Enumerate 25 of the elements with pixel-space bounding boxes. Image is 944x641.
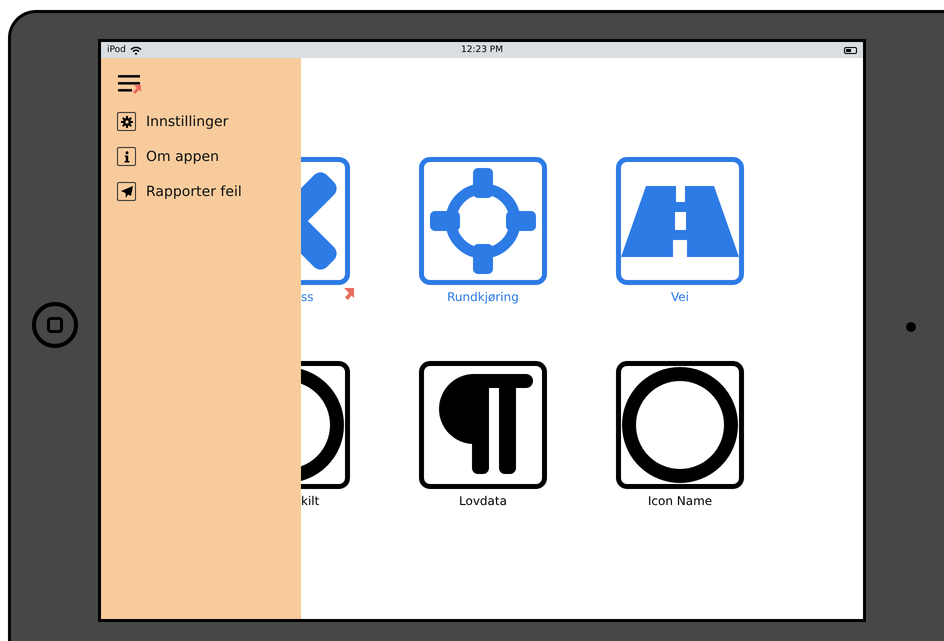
menu-item[interactable]: Rapporter feil (101, 174, 301, 209)
tile-label: Rundkjøring (447, 290, 519, 304)
tile-label: kilt (301, 494, 320, 508)
clock-time: 12:23 PM (461, 45, 503, 55)
camera-dot (906, 322, 916, 332)
settings-icon (117, 112, 136, 131)
sign-tile[interactable] (419, 157, 547, 285)
battery-icon (844, 46, 857, 54)
tile-label: ss (301, 290, 314, 304)
circle-icon (621, 366, 739, 484)
paper-plane-icon (117, 182, 136, 201)
sign-tile[interactable] (301, 157, 350, 285)
info-icon (117, 147, 136, 166)
sign-tile[interactable] (616, 157, 744, 285)
sign-tile[interactable] (616, 361, 744, 489)
menu-item[interactable]: Innstillinger (101, 104, 301, 139)
wifi-icon (130, 46, 142, 54)
tile-label: Vei (671, 290, 689, 304)
tile-label: Lovdata (459, 494, 507, 508)
tile-label: Icon Name (648, 494, 712, 508)
menu-icon[interactable] (118, 74, 142, 94)
menu-item[interactable]: Om appen (101, 139, 301, 174)
sign-tile[interactable] (419, 361, 547, 489)
sign-tile[interactable] (301, 361, 350, 489)
carrier-label: iPod (107, 45, 126, 55)
